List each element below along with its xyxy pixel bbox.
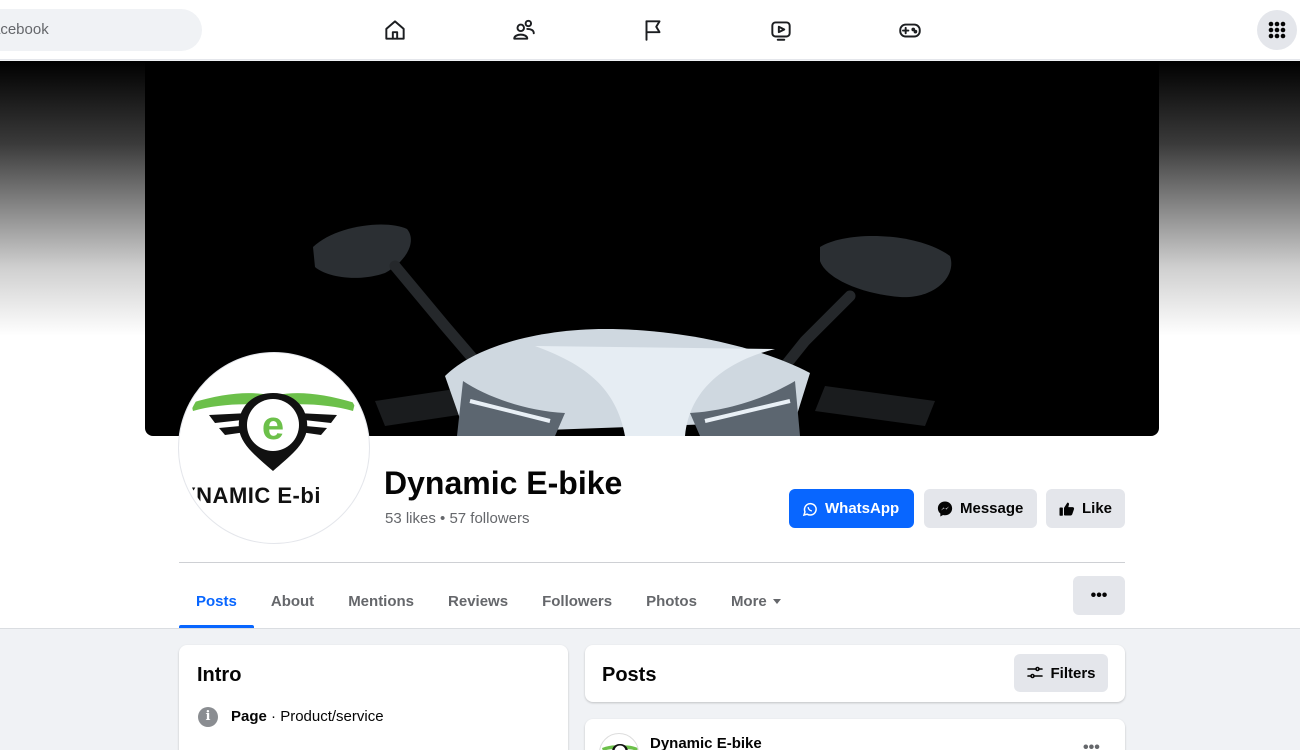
like-button[interactable]: Like	[1046, 489, 1125, 528]
tab-label: Mentions	[348, 593, 415, 610]
page-title: Dynamic E-bike	[384, 465, 623, 501]
intro-title: Intro	[197, 664, 242, 686]
filters-button[interactable]: Filters	[1014, 654, 1108, 692]
like-label: Like	[1082, 500, 1113, 517]
friends-icon[interactable]	[507, 13, 541, 47]
post-author-name[interactable]: Dynamic E-bike	[650, 735, 762, 750]
tab-label: Reviews	[448, 593, 509, 610]
whatsapp-icon	[802, 502, 817, 516]
whatsapp-button[interactable]: WhatsApp	[789, 489, 914, 528]
thumbs-up-icon	[1059, 502, 1075, 516]
page-profile-picture[interactable]: e YNAMIC E-bi	[179, 353, 369, 543]
tab-reviews[interactable]: Reviews	[431, 575, 525, 628]
tab-photos[interactable]: Photos	[629, 575, 714, 628]
home-icon[interactable]	[378, 13, 412, 47]
more-options-button[interactable]: •••	[1073, 576, 1125, 615]
header-divider	[179, 562, 1125, 563]
tab-label: Followers	[542, 593, 613, 610]
category-label: Page	[231, 708, 267, 725]
posts-title: Posts	[602, 664, 657, 686]
intro-card: Intro i Page · Product/service	[179, 645, 568, 750]
tab-more[interactable]: More	[714, 575, 798, 628]
post-author-avatar[interactable]	[599, 733, 639, 750]
post-card: Dynamic E-bike •••	[585, 719, 1125, 750]
dynamic-ebike-logo	[602, 744, 638, 750]
filters-icon	[1027, 666, 1044, 679]
messenger-icon	[937, 501, 953, 516]
tab-label: More	[730, 593, 767, 610]
search-input[interactable]: acebook	[0, 9, 202, 51]
posts-header-card: Posts Filters	[585, 645, 1125, 702]
category-value: · Product/service	[266, 708, 384, 725]
dynamic-ebike-logo: e	[191, 393, 355, 471]
search-placeholder: acebook	[0, 21, 49, 38]
tab-about[interactable]: About	[254, 575, 331, 628]
message-label: Message	[960, 500, 1024, 517]
top-navigation-bar: acebook	[0, 0, 1300, 60]
info-icon: i	[198, 707, 218, 727]
more-options-label: •••	[1090, 586, 1108, 604]
caret-down-icon	[772, 599, 781, 604]
page-stats[interactable]: 53 likes • 57 followers	[385, 510, 530, 527]
flag-icon[interactable]	[636, 13, 670, 47]
whatsapp-label: WhatsApp	[825, 500, 900, 517]
post-options-button[interactable]: •••	[1083, 739, 1100, 750]
tab-mentions[interactable]: Mentions	[331, 575, 431, 628]
page-category: Page · Product/service	[231, 708, 384, 725]
filters-label: Filters	[1050, 664, 1096, 682]
grid-menu-icon	[1268, 21, 1286, 39]
logo-wordmark: YNAMIC E-bi	[181, 483, 321, 508]
gaming-icon[interactable]	[893, 13, 927, 47]
tab-posts[interactable]: Posts	[179, 575, 254, 628]
grid-menu-button[interactable]	[1257, 10, 1297, 50]
page-tabs: Posts About Mentions Reviews Followers P…	[179, 575, 798, 628]
watch-icon[interactable]	[764, 13, 798, 47]
svg-text:e: e	[262, 404, 284, 448]
tab-followers[interactable]: Followers	[525, 575, 629, 628]
tab-label: About	[270, 593, 315, 610]
tab-label: Posts	[196, 593, 237, 610]
tab-label: Photos	[646, 593, 697, 610]
message-button[interactable]: Message	[924, 489, 1037, 528]
